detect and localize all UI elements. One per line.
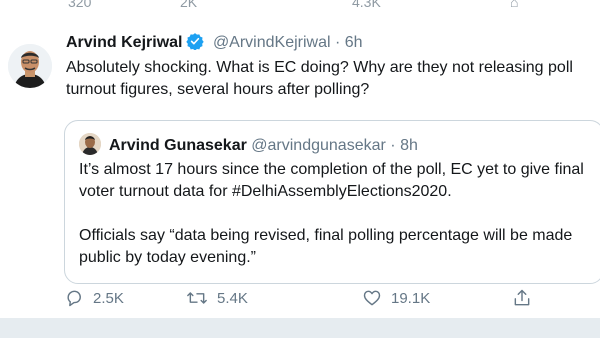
quoted-paragraph: Officials say “data being revised, final… bbox=[79, 225, 600, 269]
like-button[interactable]: 19.1K bbox=[362, 288, 430, 308]
quoted-paragraph: It’s almost 17 hours since the completio… bbox=[79, 159, 600, 203]
previous-like-count[interactable]: 4.3K bbox=[352, 0, 381, 10]
share-button[interactable] bbox=[512, 288, 541, 308]
quoted-tweet[interactable]: Arvind Gunasekar @arvindgunasekar · 8h I… bbox=[64, 120, 600, 284]
quoted-avatar bbox=[79, 133, 101, 155]
author-name[interactable]: Arvind Kejriwal bbox=[66, 34, 182, 51]
previous-share-icon[interactable]: ⌂ bbox=[510, 0, 518, 10]
heart-icon bbox=[363, 290, 381, 306]
reply-button[interactable]: 2.5K bbox=[64, 288, 124, 308]
separator-dot: · bbox=[335, 34, 341, 51]
like-count: 19.1K bbox=[391, 289, 431, 307]
quoted-author-name: Arvind Gunasekar bbox=[109, 137, 247, 154]
reply-count: 2.5K bbox=[93, 289, 124, 307]
reply-icon bbox=[67, 290, 81, 307]
previous-tweet-actions: 320 2K 4.3K ⌂ bbox=[0, 0, 600, 14]
tweet-text: Absolutely shocking. What is EC doing? W… bbox=[66, 57, 586, 101]
avatar[interactable] bbox=[8, 44, 52, 88]
tweet-text-line: turnout figures, several hours after pol… bbox=[66, 81, 370, 98]
quoted-author-handle: @arvindgunasekar bbox=[251, 137, 386, 154]
quoted-tweet-header: Arvind Gunasekar @arvindgunasekar · 8h bbox=[79, 133, 418, 156]
previous-retweet-count[interactable]: 2K bbox=[180, 0, 197, 10]
quoted-text-line: public by today evening.” bbox=[79, 249, 256, 266]
retweet-count: 5.4K bbox=[217, 289, 248, 307]
tweet-timestamp[interactable]: 6h bbox=[345, 34, 363, 51]
tweet-text-line: Absolutely shocking. What is EC doing? W… bbox=[66, 59, 573, 76]
quoted-text-line: voter turnout data for #DelhiAssemblyEle… bbox=[79, 183, 452, 200]
quoted-timestamp: 8h bbox=[400, 137, 418, 154]
author-handle[interactable]: @ArvindKejriwal bbox=[213, 34, 331, 51]
verified-badge-icon bbox=[186, 32, 205, 56]
retweet-button[interactable]: 5.4K bbox=[186, 288, 248, 308]
tweet[interactable]: Arvind Kejriwal @ArvindKejriwal · 6h Abs… bbox=[0, 14, 600, 314]
tweet-actions: 2.5K 5.4K 19.1K bbox=[64, 288, 544, 312]
retweet-icon bbox=[187, 292, 207, 304]
quoted-text-line: It’s almost 17 hours since the completio… bbox=[79, 161, 584, 178]
tweet-header: Arvind Kejriwal @ArvindKejriwal · 6h bbox=[66, 32, 363, 56]
previous-reply-count[interactable]: 320 bbox=[68, 0, 91, 10]
timeline-divider bbox=[0, 318, 600, 338]
quoted-text-line: Officials say “data being revised, final… bbox=[79, 227, 573, 244]
quoted-tweet-text: It’s almost 17 hours since the completio… bbox=[79, 159, 600, 269]
avatar-image bbox=[8, 44, 52, 88]
quoted-separator-dot: · bbox=[390, 137, 396, 154]
share-icon bbox=[514, 289, 530, 306]
